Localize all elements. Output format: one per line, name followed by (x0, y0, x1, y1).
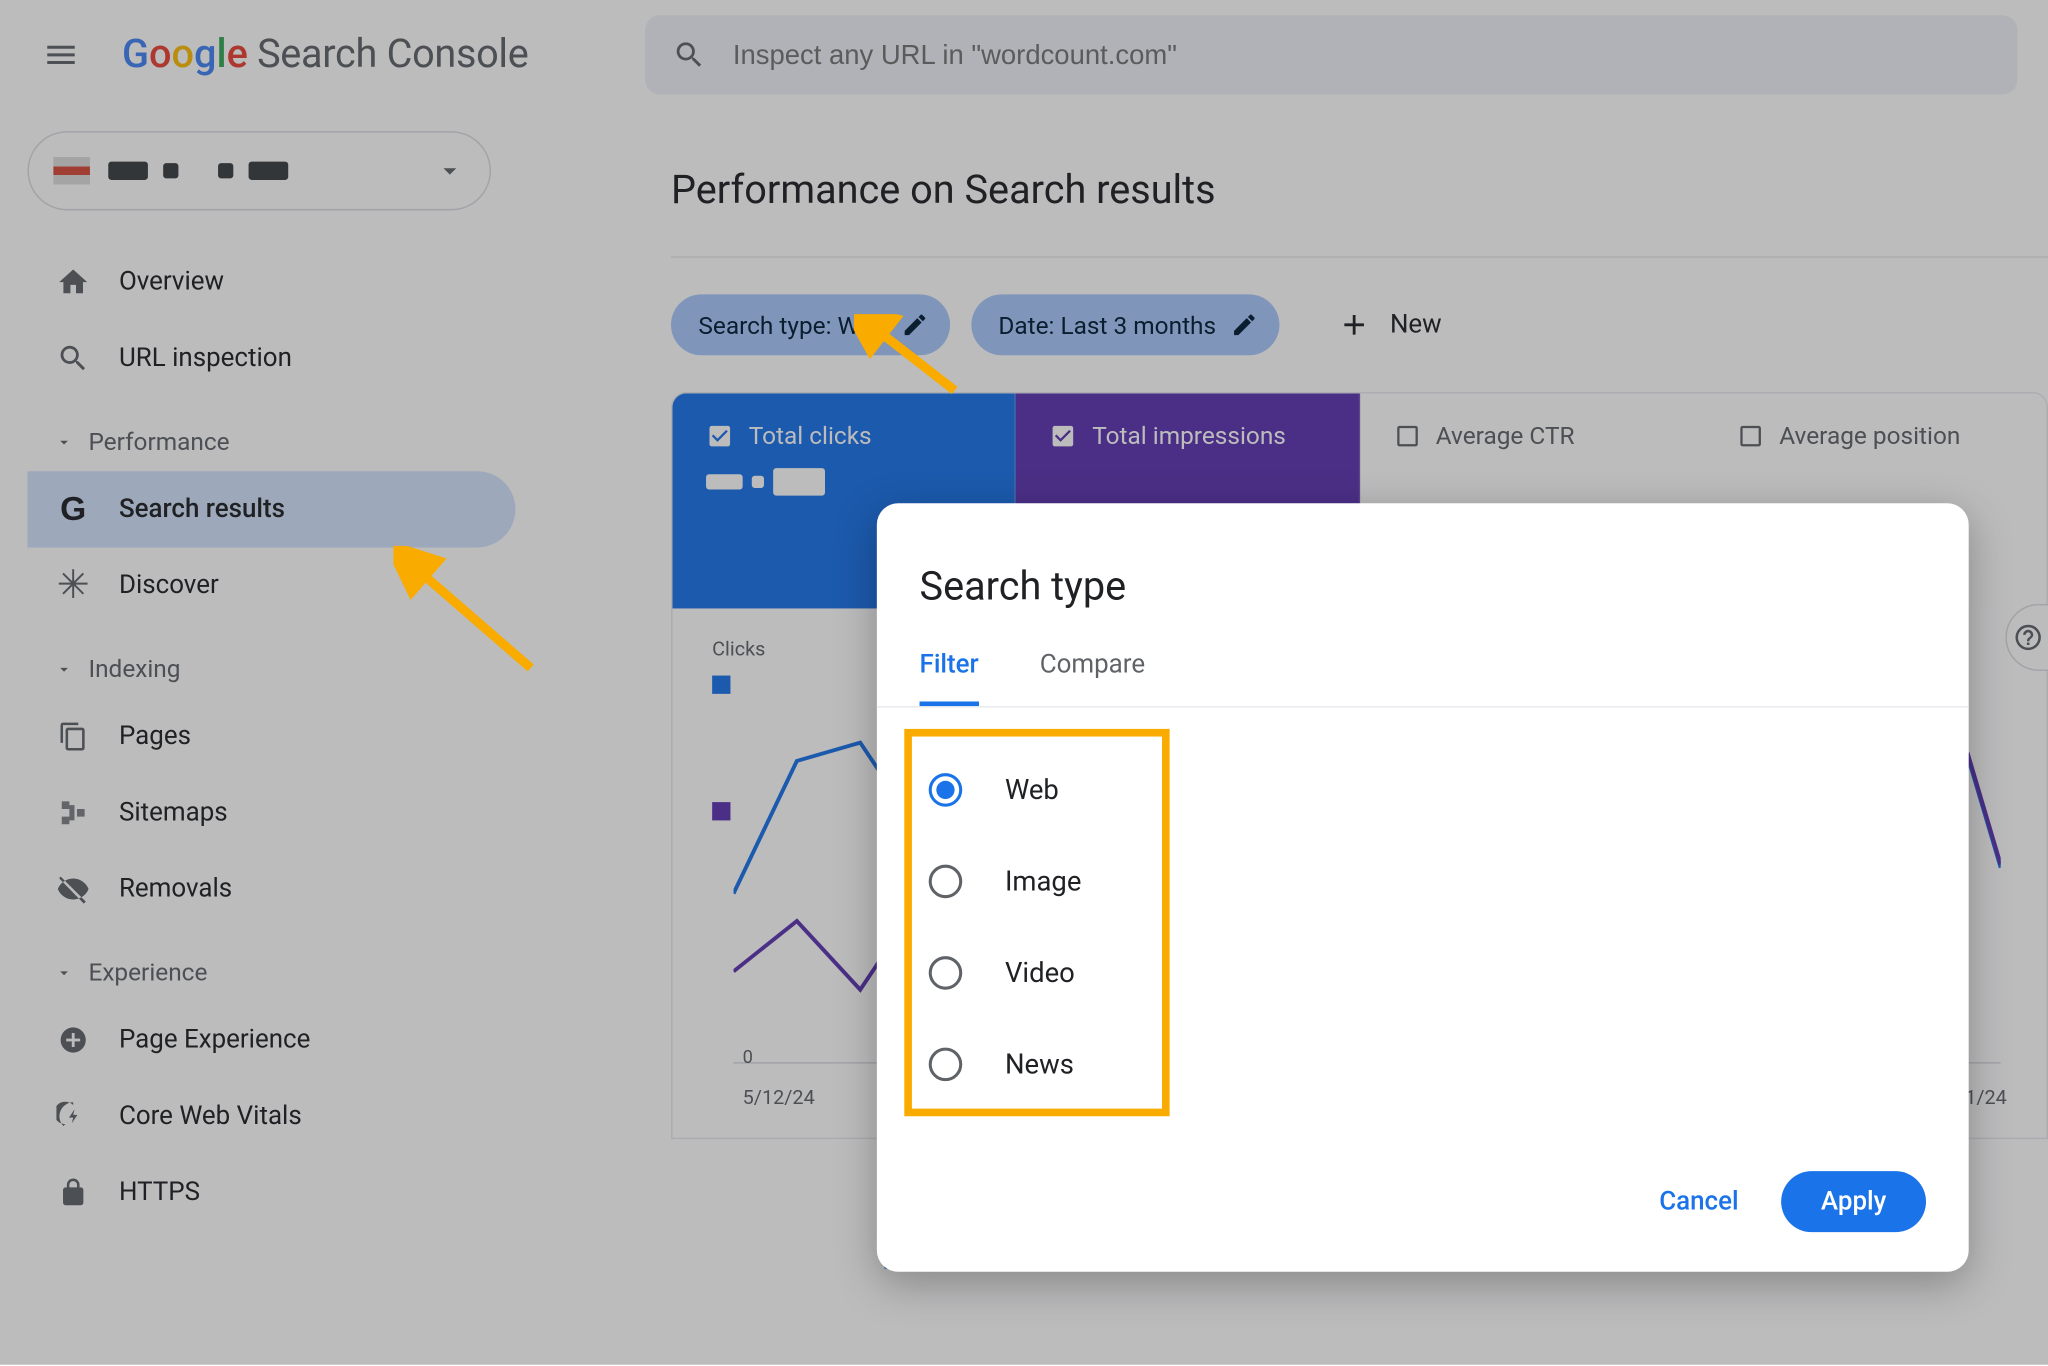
cancel-button[interactable]: Cancel (1632, 1171, 1766, 1232)
radio-option-news[interactable]: News (920, 1019, 1926, 1110)
dialog-tabs: Filter Compare (877, 650, 1969, 708)
radio-option-image[interactable]: Image (920, 836, 1926, 927)
radio-label: Web (1005, 774, 1059, 806)
radio-option-web[interactable]: Web (920, 744, 1926, 835)
radio-label: Video (1005, 957, 1075, 989)
radio-label: News (1005, 1048, 1074, 1080)
dialog-tab-filter[interactable]: Filter (920, 650, 979, 706)
radio-label: Image (1005, 865, 1081, 897)
dialog-tab-compare[interactable]: Compare (1040, 650, 1145, 706)
radio-unchecked-icon (929, 1048, 963, 1082)
dialog-title: Search type (877, 549, 1969, 650)
dialog-actions: Cancel Apply (877, 1125, 1969, 1241)
radio-checked-icon (929, 773, 963, 807)
radio-unchecked-icon (929, 865, 963, 899)
search-type-dialog: Search type Filter Compare Web Image Vid… (877, 503, 1969, 1272)
radio-unchecked-icon (929, 956, 963, 990)
radio-option-video[interactable]: Video (920, 927, 1926, 1018)
search-type-radio-group: Web Image Video News (877, 708, 1969, 1126)
apply-button[interactable]: Apply (1781, 1171, 1926, 1232)
